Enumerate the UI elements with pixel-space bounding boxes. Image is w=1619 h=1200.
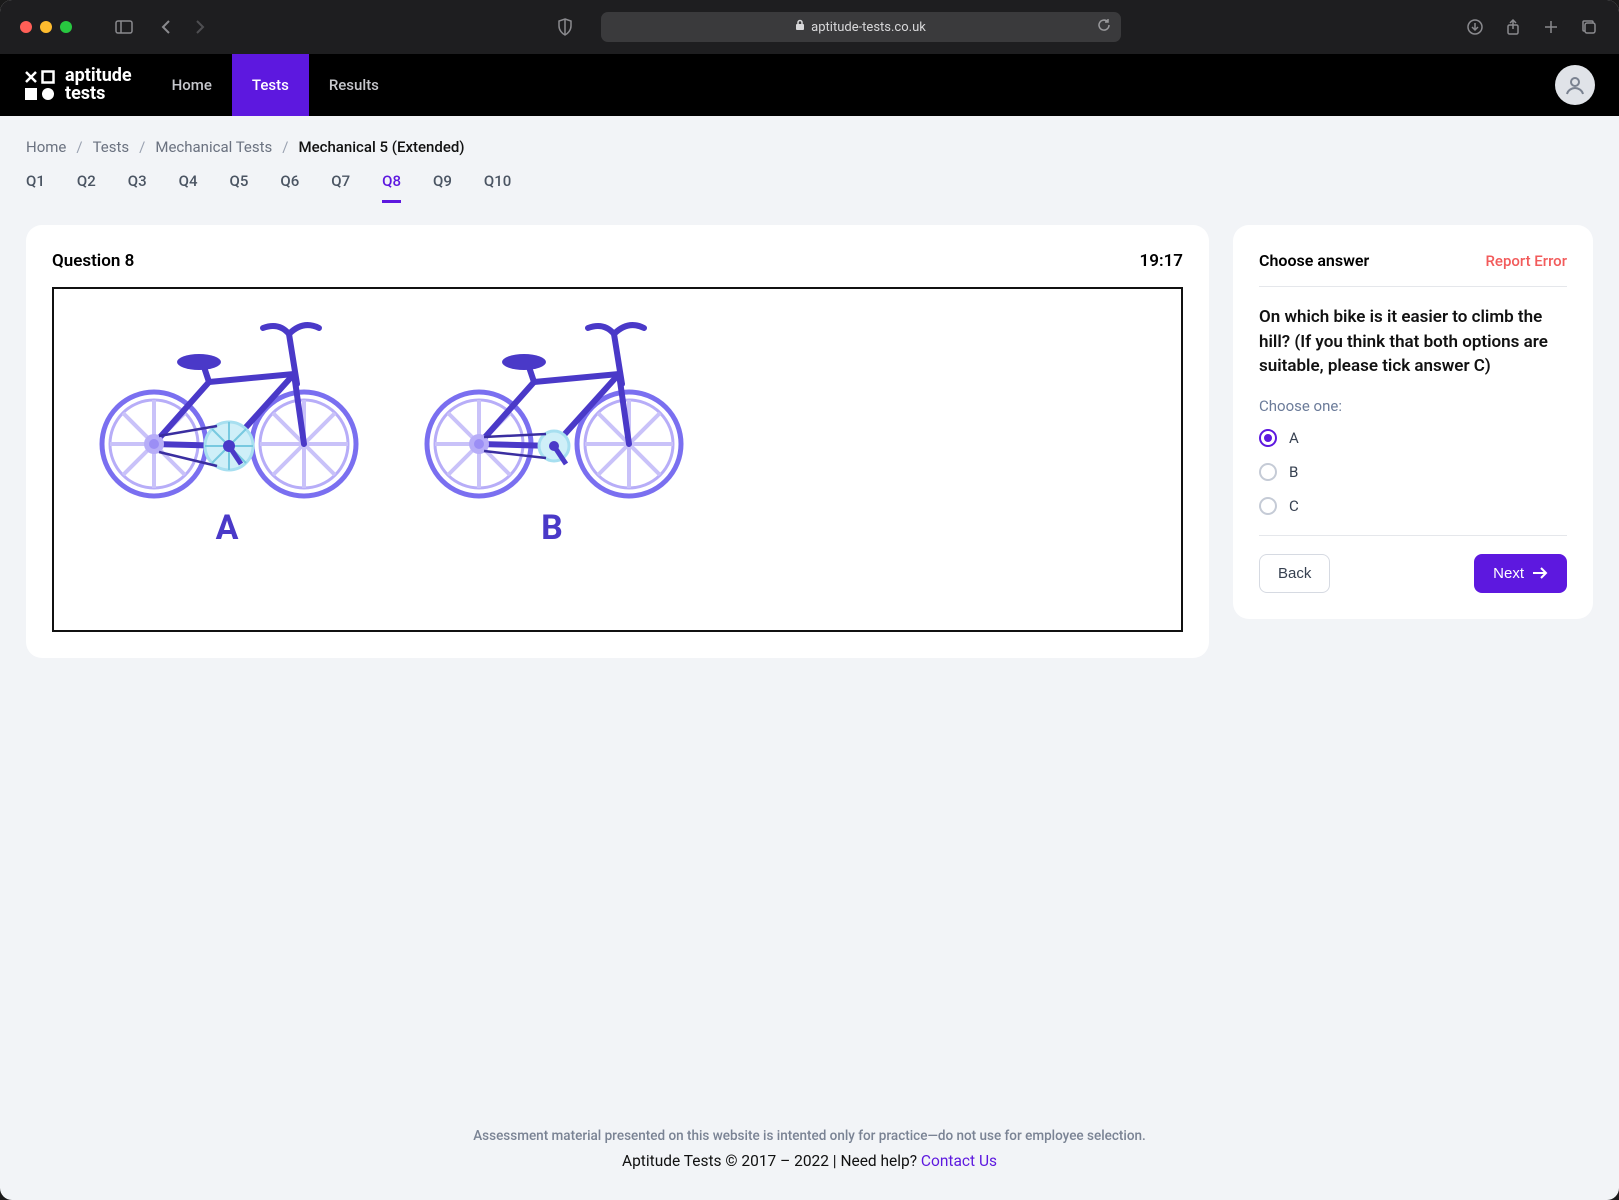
nav-results[interactable]: Results	[309, 54, 399, 116]
tabs-overview-icon[interactable]	[1579, 17, 1599, 37]
arrow-right-icon	[1532, 567, 1548, 579]
brand-logo[interactable]: aptitude tests	[24, 54, 152, 116]
report-error-link[interactable]: Report Error	[1485, 252, 1567, 270]
tab-q5[interactable]: Q5	[230, 172, 249, 203]
question-text: On which bike is it easier to climb the …	[1259, 305, 1567, 379]
page-footer: Assessment material presented on this we…	[26, 1088, 1593, 1170]
option-a[interactable]: A	[1259, 429, 1567, 447]
option-c[interactable]: C	[1259, 497, 1567, 515]
page-content: Home / Tests / Mechanical Tests / Mechan…	[0, 116, 1619, 1200]
maximize-window-icon[interactable]	[60, 21, 72, 33]
close-window-icon[interactable]	[20, 21, 32, 33]
tab-q7[interactable]: Q7	[331, 172, 350, 203]
tab-q6[interactable]: Q6	[280, 172, 299, 203]
answer-panel-title: Choose answer	[1259, 251, 1369, 270]
new-tab-icon[interactable]	[1541, 17, 1561, 37]
question-card: Question 8 19:17	[26, 225, 1209, 658]
question-label: Question 8	[52, 251, 134, 271]
tab-q10[interactable]: Q10	[484, 172, 511, 203]
contact-link[interactable]: Contact Us	[921, 1152, 997, 1170]
back-icon[interactable]	[156, 17, 176, 37]
timer: 19:17	[1140, 251, 1183, 271]
privacy-shield-icon[interactable]	[555, 17, 575, 37]
back-button[interactable]: Back	[1259, 554, 1330, 593]
breadcrumb-mechanical[interactable]: Mechanical Tests	[155, 138, 272, 156]
breadcrumb-current: Mechanical 5 (Extended)	[298, 138, 464, 156]
downloads-icon[interactable]	[1465, 17, 1485, 37]
nav-home[interactable]: Home	[152, 54, 232, 116]
url-text: aptitude-tests.co.uk	[811, 20, 926, 35]
footer-disclaimer: Assessment material presented on this we…	[26, 1128, 1593, 1144]
nav-tests[interactable]: Tests	[232, 54, 309, 116]
options-group: A B C	[1259, 429, 1567, 515]
radio-icon	[1259, 463, 1277, 481]
option-b[interactable]: B	[1259, 463, 1567, 481]
minimize-window-icon[interactable]	[40, 21, 52, 33]
tab-q4[interactable]: Q4	[179, 172, 198, 203]
sidebar-toggle-icon[interactable]	[114, 17, 134, 37]
person-icon	[1564, 74, 1586, 96]
next-button[interactable]: Next	[1474, 554, 1567, 593]
svg-text:B: B	[541, 508, 563, 548]
brand-logo-text: aptitude tests	[65, 67, 132, 103]
site-navbar: aptitude tests Home Tests Results	[0, 54, 1619, 116]
breadcrumb-tests[interactable]: Tests	[93, 138, 130, 156]
tab-q3[interactable]: Q3	[128, 172, 147, 203]
footer-copyright: Aptitude Tests © 2017 – 2022 | Need help…	[622, 1152, 921, 1170]
forward-icon[interactable]	[190, 17, 210, 37]
url-bar[interactable]: aptitude-tests.co.uk	[601, 12, 1121, 42]
brand-logo-icon	[24, 70, 55, 101]
answer-card: Choose answer Report Error On which bike…	[1233, 225, 1593, 619]
tab-q9[interactable]: Q9	[433, 172, 452, 203]
question-figure: A	[52, 287, 1183, 632]
tab-q1[interactable]: Q1	[26, 172, 45, 203]
breadcrumb-home[interactable]: Home	[26, 138, 66, 156]
site-nav: Home Tests Results	[152, 54, 399, 116]
lock-icon	[795, 19, 805, 35]
question-tabs: Q1 Q2 Q3 Q4 Q5 Q6 Q7 Q8 Q9 Q10	[26, 172, 1593, 203]
radio-icon	[1259, 497, 1277, 515]
browser-chrome: aptitude-tests.co.uk	[0, 0, 1619, 54]
radio-icon	[1259, 429, 1277, 447]
reload-icon[interactable]	[1097, 18, 1111, 36]
choose-one-label: Choose one:	[1259, 397, 1567, 415]
tab-q8[interactable]: Q8	[382, 172, 401, 203]
share-icon[interactable]	[1503, 17, 1523, 37]
breadcrumb: Home / Tests / Mechanical Tests / Mechan…	[26, 138, 1593, 156]
svg-text:A: A	[216, 508, 239, 548]
tab-q2[interactable]: Q2	[77, 172, 96, 203]
avatar[interactable]	[1555, 65, 1595, 105]
traffic-lights	[20, 21, 72, 33]
